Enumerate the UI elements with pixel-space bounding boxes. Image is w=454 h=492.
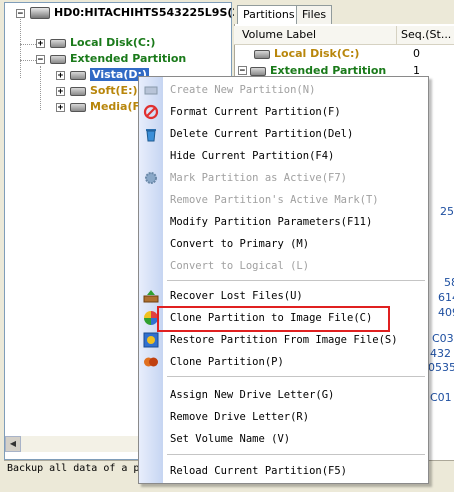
menu-item-convert-logical[interactable]: Convert to Logical (L) <box>139 255 428 277</box>
menu-item-remove-drive-letter[interactable]: Remove Drive Letter(R) <box>139 406 428 428</box>
recover-icon <box>143 290 159 303</box>
hard-disk-icon <box>30 7 50 19</box>
collapse-row-icon[interactable]: − <box>238 66 247 76</box>
info-fragment: 614 <box>438 291 454 304</box>
scroll-left-icon[interactable]: ◀ <box>5 436 21 452</box>
menu-item-set-volume-name[interactable]: Set Volume Name (V) <box>139 428 428 450</box>
seq-value: 0 <box>413 47 420 60</box>
expand-e-icon[interactable]: + <box>56 87 65 97</box>
info-fragment: 25 <box>440 205 454 218</box>
disk-icon <box>250 66 266 76</box>
info-fragment: 409 <box>438 306 454 319</box>
menu-item-recover-lost-files[interactable]: Recover Lost Files(U) <box>139 285 428 307</box>
tree-item-extended-partition[interactable]: Extended Partition <box>50 51 186 67</box>
expand-d-icon[interactable]: + <box>56 71 65 81</box>
expand-f-icon[interactable]: + <box>56 103 65 113</box>
info-fragment: C030 <box>432 332 454 345</box>
menu-item-clone-partition[interactable]: Clone Partition(P) <box>139 351 428 373</box>
menu-item-hide-partition[interactable]: Hide Current Partition(F4) <box>139 145 428 167</box>
collapse-root-icon[interactable]: − <box>16 9 25 19</box>
disk-icon <box>50 54 66 64</box>
menu-item-format-partition[interactable]: Format Current Partition(F) <box>139 101 428 123</box>
partition-context-menu: Create New Partition(N) Format Current P… <box>138 76 429 484</box>
disk-icon <box>254 49 270 59</box>
menu-separator <box>167 454 425 455</box>
trash-icon <box>146 129 156 142</box>
menu-item-restore-from-image[interactable]: Restore Partition From Image File(S) <box>139 329 428 351</box>
disk-icon <box>70 102 86 112</box>
highlight-box <box>157 306 390 332</box>
new-partition-icon <box>144 86 158 95</box>
expand-c-icon[interactable]: + <box>36 39 45 49</box>
tab-bar: Partitions Files <box>234 2 454 24</box>
no-entry-icon <box>143 104 159 120</box>
disk-icon <box>70 86 86 96</box>
tab-files[interactable]: Files <box>296 5 333 24</box>
tree-item-local-disk-c[interactable]: Local Disk(C:) <box>50 35 155 51</box>
menu-item-mark-active[interactable]: Mark Partition as Active(F7) <box>139 167 428 189</box>
restore-icon <box>143 332 159 348</box>
disk-icon <box>70 70 86 80</box>
tree-item-soft-e[interactable]: Soft(E:) <box>70 83 138 99</box>
list-header: Volume Label Seq.(St... <box>234 26 454 45</box>
menu-item-remove-active-mark[interactable]: Remove Partition's Active Mark(T) <box>139 189 428 211</box>
tab-partitions[interactable]: Partitions <box>237 5 301 24</box>
menu-item-reload-partition[interactable]: Reload Current Partition(F5) <box>139 460 428 482</box>
menu-separator <box>167 280 425 281</box>
menu-item-assign-drive-letter[interactable]: Assign New Drive Letter(G) <box>139 384 428 406</box>
gear-icon <box>145 172 157 184</box>
menu-separator <box>167 376 425 377</box>
list-row-local-disk-c[interactable]: Local Disk(C:) <box>254 46 359 62</box>
menu-item-create-new-partition[interactable]: Create New Partition(N) <box>139 79 428 101</box>
menu-item-convert-primary[interactable]: Convert to Primary (M) <box>139 233 428 255</box>
info-fragment: 0535 <box>428 361 454 374</box>
menu-item-modify-parameters[interactable]: Modify Partition Parameters(F11) <box>139 211 428 233</box>
tree-root[interactable]: HD0:HITACHIHTS543225L9S(23 <box>30 5 248 21</box>
collapse-extended-icon[interactable]: − <box>36 55 45 65</box>
tree-item-media-f[interactable]: Media(F <box>70 99 140 115</box>
info-fragment: 58 <box>444 276 454 289</box>
column-volume-label[interactable]: Volume Label <box>242 26 316 44</box>
info-fragment: C01 <box>430 391 452 404</box>
column-seq[interactable]: Seq.(St... <box>396 26 451 44</box>
info-fragment: 432 <box>430 347 451 360</box>
menu-item-delete-partition[interactable]: Delete Current Partition(Del) <box>139 123 428 145</box>
clone-icon <box>144 357 158 367</box>
disk-icon <box>50 38 66 48</box>
